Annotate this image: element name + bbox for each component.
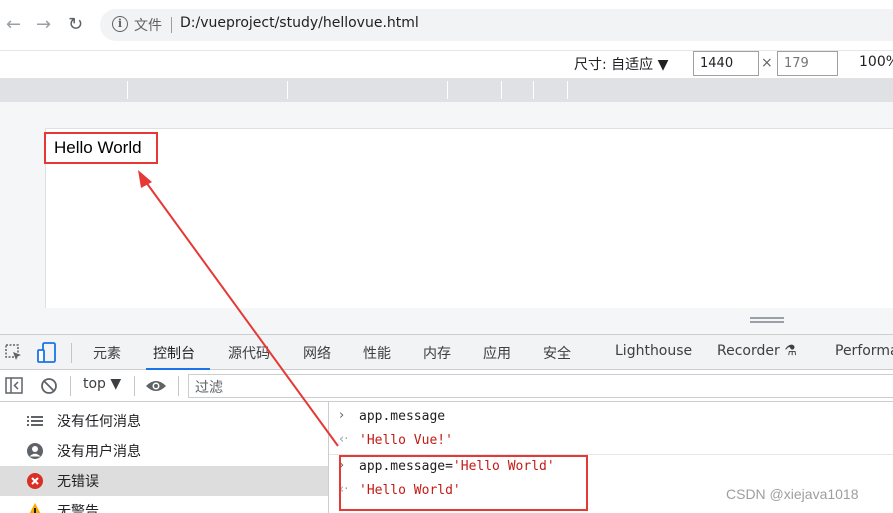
annotation-box-console (339, 455, 588, 511)
sidebar-item-messages[interactable]: 没有任何消息 (0, 406, 328, 436)
times-sign: × (761, 55, 773, 71)
info-icon[interactable]: i (112, 16, 128, 32)
omnibox-separator (171, 17, 172, 33)
console-result-line: ‹· 'Hello Vue!' (329, 429, 893, 453)
filter-placeholder: 过滤 (195, 380, 223, 396)
tab-memory[interactable]: 内存 (423, 343, 451, 363)
omnibox[interactable]: i 文件 D:/vueproject/study/hellovue.html (100, 9, 893, 41)
tab-elements[interactable]: 元素 (93, 343, 121, 363)
tab-lighthouse[interactable]: Lighthouse (615, 343, 692, 359)
sidebar-item-warnings[interactable]: 无警告 (0, 496, 328, 513)
ruler-divider (501, 81, 502, 99)
console-code: 'Hello Vue!' (359, 433, 453, 448)
context-select[interactable]: top ▼ (83, 376, 121, 392)
sidebar-item-label: 没有用户消息 (57, 444, 141, 460)
console-sidebar: 没有任何消息 没有用户消息 无错误 无警告 (0, 402, 329, 513)
height-input[interactable] (777, 51, 838, 76)
sidebar-item-label: 无错误 (57, 474, 99, 490)
back-arrow-icon[interactable]: ← (6, 13, 21, 37)
dimensions-select[interactable]: 尺寸: 自适应 ▼ (574, 54, 668, 74)
console-toolbar: top ▼ 过滤 (0, 370, 893, 402)
ruler-divider (533, 81, 534, 99)
tab-network[interactable]: 网络 (303, 343, 331, 363)
toolbar-separator (178, 376, 179, 396)
zoom-select[interactable]: 100% (859, 54, 893, 70)
page-viewport (45, 128, 893, 308)
resize-handle[interactable] (750, 317, 784, 323)
toolbar-separator (134, 376, 135, 396)
eye-icon[interactable] (145, 378, 167, 394)
toolbar-separator (70, 376, 71, 396)
tab-performance-insights[interactable]: Performa (835, 343, 893, 359)
file-label: 文件 (134, 18, 162, 34)
filter-input[interactable]: 过滤 (188, 374, 893, 398)
device-mode-icon[interactable] (37, 342, 57, 364)
ruler-divider (567, 81, 568, 99)
list-icon (27, 416, 43, 426)
watermark: CSDN @xiejava1018 (726, 486, 859, 502)
sidebar-item-user-messages[interactable]: 没有用户消息 (0, 436, 328, 466)
ruler-divider (447, 81, 448, 99)
warning-icon (29, 503, 41, 513)
devtools-tab-bar: 元素 控制台 源代码 网络 性能 内存 应用 安全 Lighthouse Rec… (0, 334, 893, 370)
ruler-divider (287, 81, 288, 99)
tab-security[interactable]: 安全 (543, 343, 571, 363)
tab-recorder[interactable]: Recorder ⚗ (717, 343, 797, 359)
tab-performance[interactable]: 性能 (363, 343, 391, 363)
tab-console[interactable]: 控制台 (153, 343, 195, 363)
url-text[interactable]: D:/vueproject/study/hellovue.html (180, 15, 419, 31)
tab-sources[interactable]: 源代码 (228, 343, 270, 363)
sidebar-item-label: 没有任何消息 (57, 414, 141, 430)
tab-separator (71, 343, 72, 363)
reload-icon[interactable]: ↻ (68, 13, 83, 37)
console-code: app.message (359, 409, 446, 424)
forward-arrow-icon[interactable]: → (36, 13, 51, 37)
annotation-box-hello (44, 132, 158, 164)
tab-application[interactable]: 应用 (483, 343, 511, 363)
ruler-divider (127, 81, 128, 99)
sidebar-item-errors[interactable]: 无错误 (0, 466, 328, 496)
sidebar-toggle-icon[interactable] (5, 377, 23, 394)
device-toolbar: 尺寸: 自适应 ▼ × 100% (0, 50, 893, 78)
address-bar-row: ← → ↻ i 文件 D:/vueproject/study/hellovue.… (0, 0, 893, 50)
user-icon (27, 443, 43, 459)
inspect-element-icon[interactable] (5, 344, 23, 362)
prompt-chevron-icon: › (339, 408, 345, 423)
width-input[interactable] (693, 51, 759, 76)
result-chevron-icon: ‹· (339, 432, 349, 447)
media-query-ruler[interactable] (0, 78, 893, 102)
error-icon (27, 473, 43, 489)
clear-console-icon[interactable] (40, 377, 58, 395)
sidebar-item-label: 无警告 (57, 504, 99, 513)
console-input-line: › app.message (329, 405, 893, 429)
